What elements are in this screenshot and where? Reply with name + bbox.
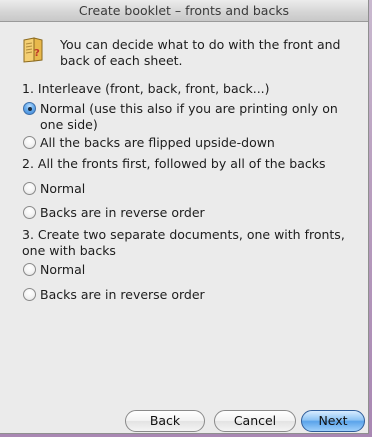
radio-label: All the backs are flipped upside-down xyxy=(40,135,275,150)
radio-fronts-first-reverse[interactable]: Backs are in reverse order xyxy=(23,205,353,221)
intro-text: You can decide what to do with the front… xyxy=(60,37,341,68)
radio-label: Normal xyxy=(40,262,86,277)
radio-label: Normal (use this also if you are printin… xyxy=(40,101,338,132)
radio-separate-reverse[interactable]: Backs are in reverse order xyxy=(23,287,353,303)
section-1-heading: 1. Interleave (front, back, front, back.… xyxy=(22,81,270,96)
radio-interleave-normal[interactable]: Normal (use this also if you are printin… xyxy=(23,101,353,133)
window-title: Create booklet – fronts and backs xyxy=(78,3,290,18)
radio-button-checked[interactable] xyxy=(23,102,36,115)
back-button[interactable]: Back xyxy=(125,410,205,432)
radio-button[interactable] xyxy=(23,136,36,149)
radio-button[interactable] xyxy=(23,182,36,195)
title-bar[interactable]: Create booklet – fronts and backs xyxy=(0,0,368,22)
radio-button[interactable] xyxy=(23,288,36,301)
radio-label: Normal xyxy=(40,181,86,196)
dialog-window: Create booklet – fronts and backs ? You … xyxy=(0,0,369,434)
intro-section: ? You can decide what to do with the fro… xyxy=(14,34,359,74)
section-3-heading: 3. Create two separate documents, one wi… xyxy=(22,227,345,258)
next-button[interactable]: Next xyxy=(301,410,365,432)
radio-interleave-flipped[interactable]: All the backs are flipped upside-down xyxy=(23,135,353,151)
radio-fronts-first-normal[interactable]: Normal xyxy=(23,181,353,197)
radio-button[interactable] xyxy=(23,263,36,276)
section-2-heading: 2. All the fronts first, followed by all… xyxy=(22,156,326,171)
booklet-document-icon: ? xyxy=(22,37,44,63)
radio-label: Backs are in reverse order xyxy=(40,287,205,302)
radio-separate-normal[interactable]: Normal xyxy=(23,262,353,278)
radio-label: Backs are in reverse order xyxy=(40,205,205,220)
cancel-button[interactable]: Cancel xyxy=(214,410,296,432)
radio-button[interactable] xyxy=(23,206,36,219)
svg-text:?: ? xyxy=(34,48,40,59)
dialog-content: ? You can decide what to do with the fro… xyxy=(0,22,368,433)
